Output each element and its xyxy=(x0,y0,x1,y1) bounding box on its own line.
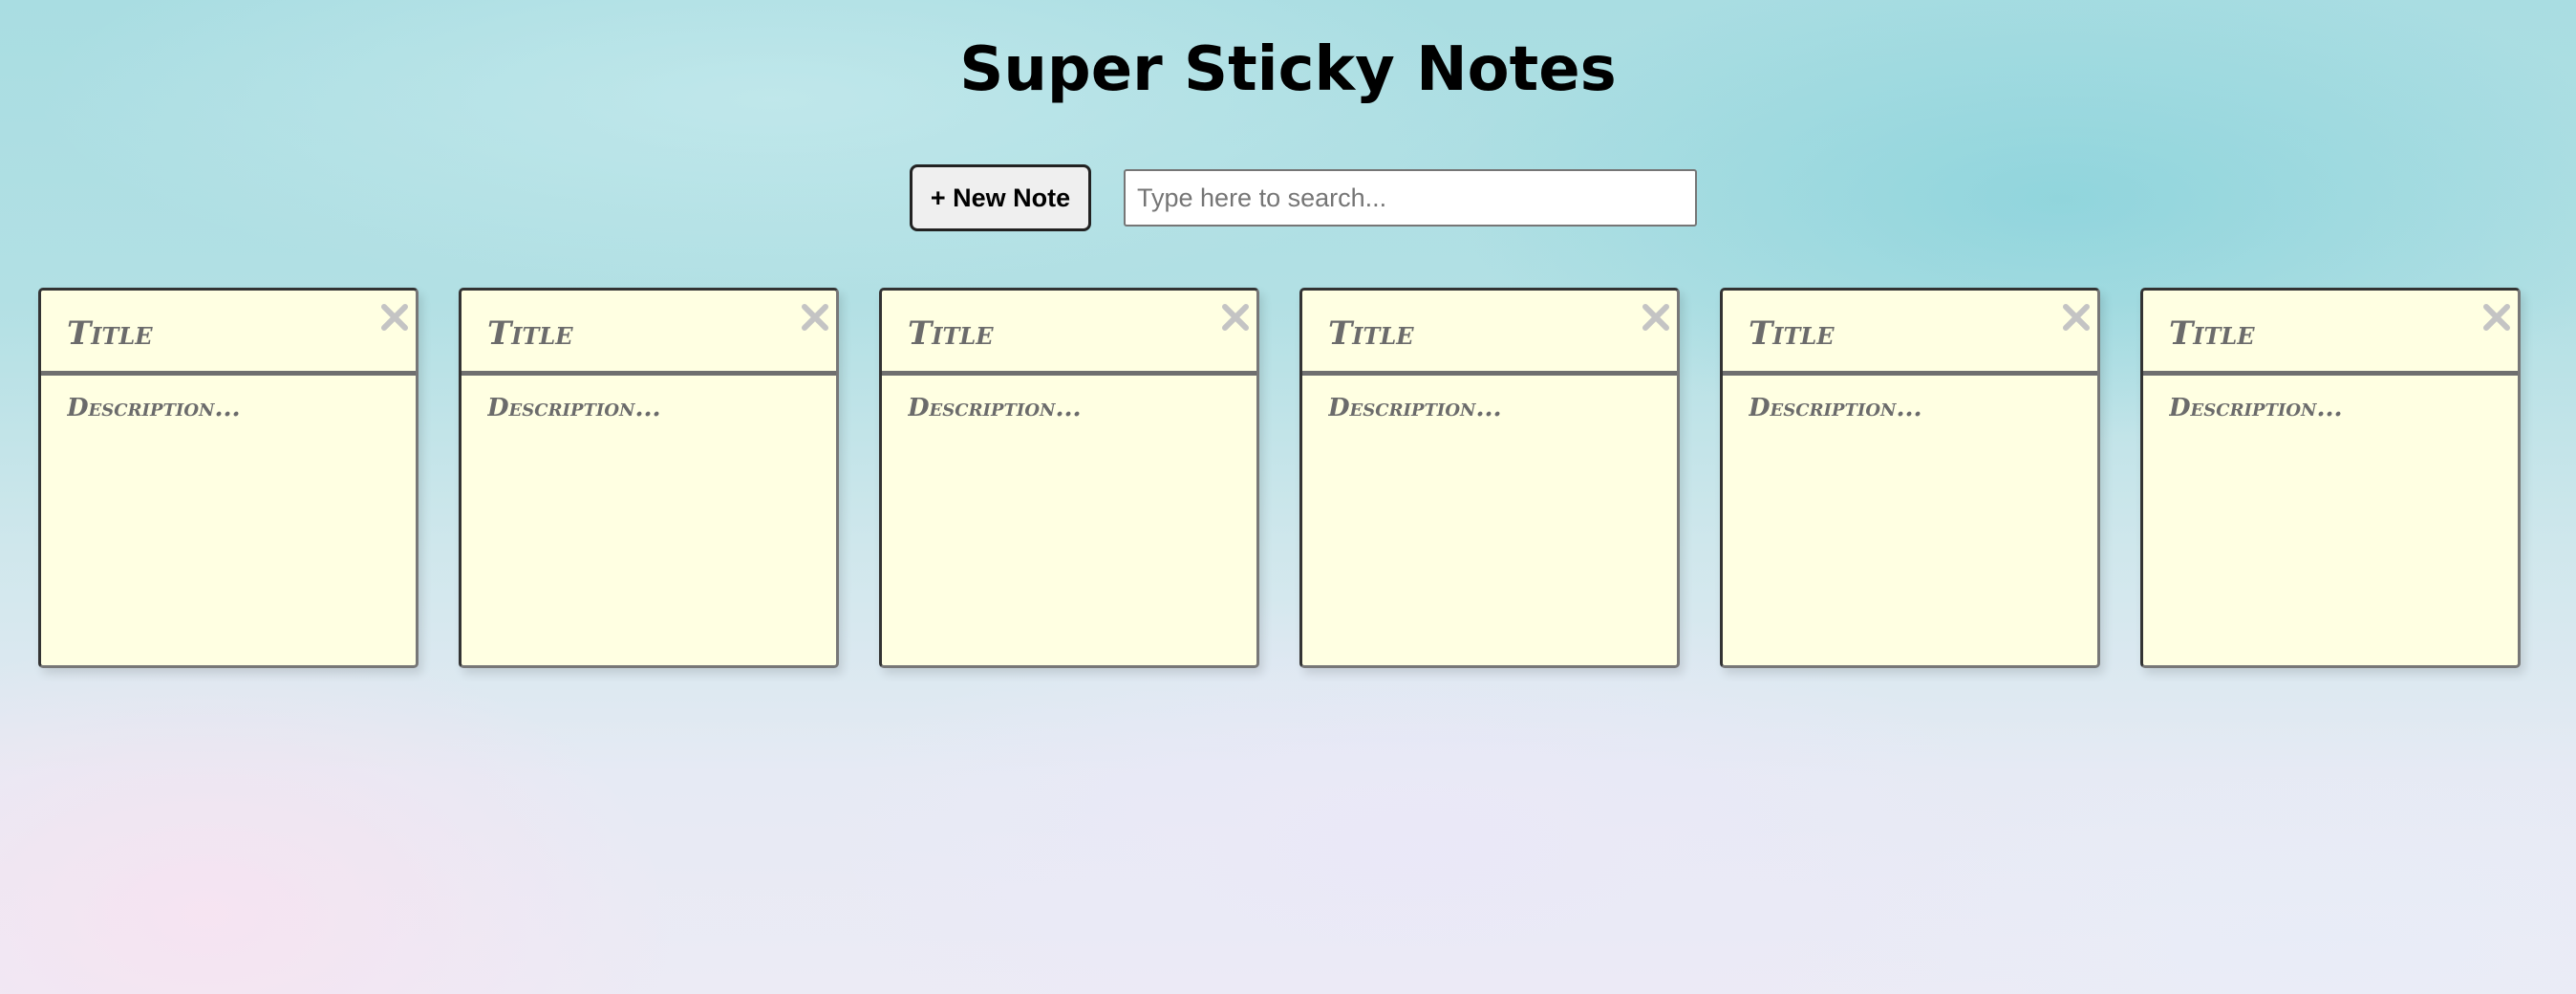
note-card xyxy=(1720,288,2100,668)
close-icon[interactable] xyxy=(2059,300,2093,335)
notes-list xyxy=(38,288,2522,670)
note-card xyxy=(1299,288,1680,668)
close-icon[interactable] xyxy=(798,300,832,335)
note-card xyxy=(879,288,1259,668)
note-description-input[interactable] xyxy=(67,394,392,652)
note-description-input[interactable] xyxy=(1749,394,2073,652)
note-card xyxy=(2140,288,2521,668)
note-header xyxy=(2143,291,2518,376)
note-description-input[interactable] xyxy=(487,394,812,652)
note-title-input[interactable] xyxy=(1328,310,1615,357)
close-icon[interactable] xyxy=(377,300,412,335)
note-title-input[interactable] xyxy=(908,310,1194,357)
close-icon[interactable] xyxy=(1218,300,1253,335)
page-title: Super Sticky Notes xyxy=(959,34,1617,105)
note-description-input[interactable] xyxy=(908,394,1233,652)
new-note-button[interactable]: + New Note xyxy=(910,164,1091,231)
close-icon[interactable] xyxy=(1639,300,1673,335)
controls-bar: + New Note xyxy=(910,164,1697,231)
search-input[interactable] xyxy=(1124,169,1697,227)
note-header xyxy=(882,291,1256,376)
note-title-input[interactable] xyxy=(2169,310,2456,357)
note-description-input[interactable] xyxy=(1328,394,1653,652)
note-title-input[interactable] xyxy=(1749,310,2035,357)
note-card xyxy=(459,288,839,668)
note-header xyxy=(462,291,836,376)
note-title-input[interactable] xyxy=(487,310,774,357)
close-icon[interactable] xyxy=(2479,300,2514,335)
note-header xyxy=(1302,291,1677,376)
note-header xyxy=(1723,291,2097,376)
note-title-input[interactable] xyxy=(67,310,354,357)
note-description-input[interactable] xyxy=(2169,394,2494,652)
note-header xyxy=(41,291,416,376)
note-card xyxy=(38,288,419,668)
